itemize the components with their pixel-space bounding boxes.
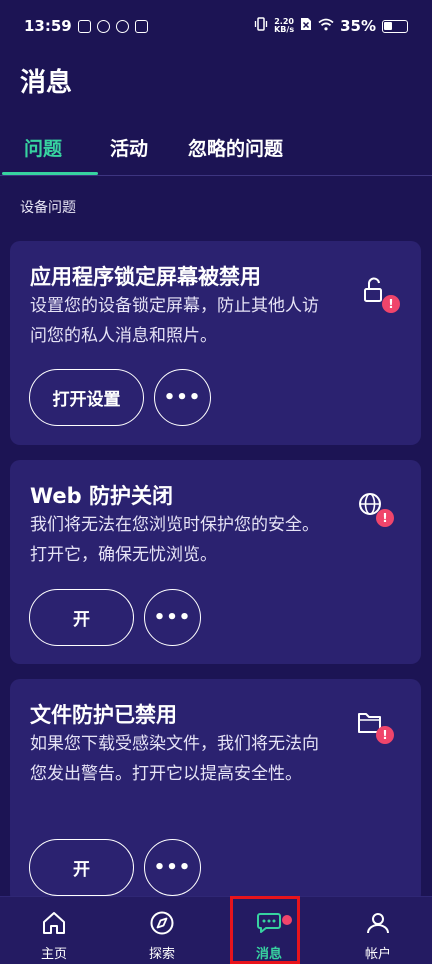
nav-label: 探索 bbox=[148, 947, 175, 962]
status-right: 2.20 KB/s 35% bbox=[254, 17, 408, 35]
more-options-button[interactable]: ••• bbox=[144, 839, 201, 896]
tab-ignored-issues[interactable]: 忽略的问题 bbox=[188, 134, 283, 161]
tab-activity[interactable]: 活动 bbox=[110, 134, 148, 161]
wifi-icon bbox=[318, 17, 334, 35]
active-tab-indicator bbox=[2, 172, 98, 175]
card-description: 我们将无法在您浏览时保护您的安全。打开它，确保无忧浏览。 bbox=[30, 515, 319, 565]
highlight-box bbox=[230, 896, 300, 964]
nav-label: 帐户 bbox=[364, 947, 391, 962]
notification-leaf-icon bbox=[96, 19, 110, 33]
page-title: 消息 bbox=[20, 68, 73, 98]
issue-card-app-lock: 应用程序锁定屏幕被禁用 设置您的设备锁定屏幕，防止其他人访问您的私人消息和照片。… bbox=[10, 241, 421, 445]
battery-icon bbox=[382, 19, 408, 33]
net-speed-unit: KB/s bbox=[274, 25, 295, 34]
card-title: 应用程序锁定屏幕被禁用 bbox=[30, 265, 261, 289]
home-icon bbox=[41, 911, 67, 939]
status-bar: 13:59 2.20 KB/s 35% bbox=[0, 0, 432, 52]
alert-badge: ! bbox=[376, 509, 394, 527]
turn-on-button[interactable]: 开 bbox=[29, 839, 134, 896]
alert-badge: ! bbox=[376, 726, 394, 744]
net-speed: 2.20 KB/s bbox=[274, 18, 294, 34]
more-options-button[interactable]: ••• bbox=[144, 589, 201, 646]
tab-issues[interactable]: 问题 bbox=[24, 134, 62, 161]
nav-explore[interactable]: 探索 bbox=[108, 897, 216, 964]
issue-card-file-shield: 文件防护已禁用 如果您下载受感染文件，我们将无法向您发出警告。打开它以提高安全性… bbox=[10, 679, 421, 904]
notification-app-icon bbox=[77, 19, 91, 33]
section-label-device-issues: 设备问题 bbox=[20, 200, 76, 216]
compass-icon bbox=[149, 911, 175, 939]
bottom-navigation: 主页 探索 消息 帐户 bbox=[0, 896, 432, 964]
notification-shield-icon bbox=[115, 19, 129, 33]
issue-card-web-shield: Web 防护关闭 我们将无法在您浏览时保护您的安全。打开它，确保无忧浏览。 ! … bbox=[10, 460, 421, 664]
card-title: Web 防护关闭 bbox=[30, 484, 174, 508]
notification-image-icon bbox=[134, 19, 148, 33]
nav-home[interactable]: 主页 bbox=[0, 897, 108, 964]
status-left: 13:59 bbox=[24, 17, 148, 35]
user-icon bbox=[365, 911, 391, 939]
open-settings-button[interactable]: 打开设置 bbox=[29, 369, 144, 426]
battery-percent: 35% bbox=[340, 17, 376, 35]
card-title: 文件防护已禁用 bbox=[30, 703, 177, 727]
more-options-button[interactable]: ••• bbox=[154, 369, 211, 426]
card-description: 设置您的设备锁定屏幕，防止其他人访问您的私人消息和照片。 bbox=[30, 296, 319, 346]
no-sim-icon bbox=[300, 17, 312, 35]
status-time: 13:59 bbox=[24, 17, 72, 35]
nav-label: 主页 bbox=[40, 947, 67, 962]
nav-account[interactable]: 帐户 bbox=[324, 897, 432, 964]
card-description: 如果您下载受感染文件，我们将无法向您发出警告。打开它以提高安全性。 bbox=[30, 734, 319, 784]
vibrate-icon bbox=[254, 17, 268, 35]
tab-bar: 问题 活动 忽略的问题 bbox=[0, 128, 432, 176]
alert-badge: ! bbox=[382, 295, 400, 313]
turn-on-button[interactable]: 开 bbox=[29, 589, 134, 646]
